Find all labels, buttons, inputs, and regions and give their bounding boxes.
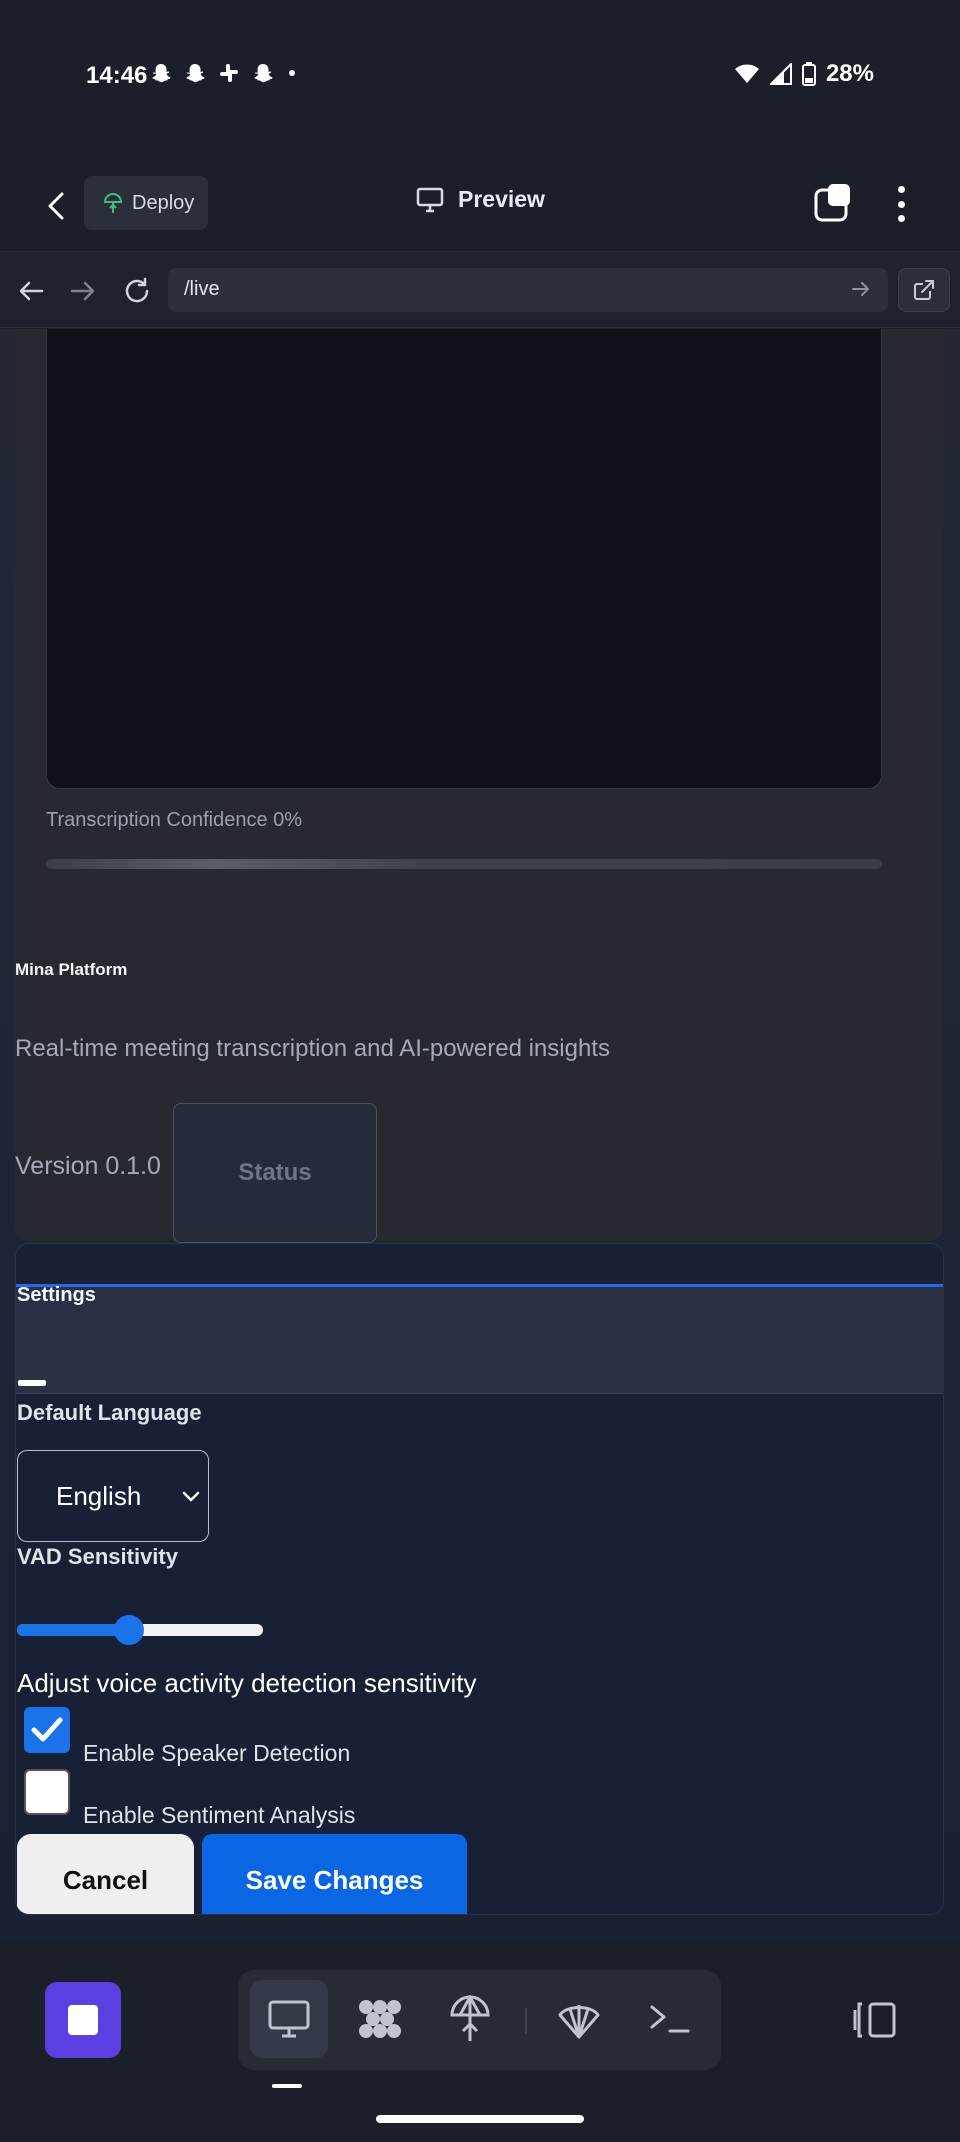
monitor-icon bbox=[268, 2000, 310, 2038]
sentiment-analysis-label[interactable]: Enable Sentiment Analysis bbox=[83, 1802, 355, 1829]
dock-preview-button[interactable] bbox=[250, 1980, 328, 2058]
reload-button[interactable] bbox=[120, 274, 154, 308]
vad-slider-fill bbox=[17, 1624, 129, 1636]
terminal-icon bbox=[650, 2005, 690, 2033]
vad-slider-thumb[interactable] bbox=[114, 1615, 144, 1645]
snapchat-icon bbox=[152, 64, 171, 83]
save-changes-button[interactable]: Save Changes bbox=[202, 1834, 467, 1914]
panel-icon bbox=[853, 2002, 896, 2038]
settings-tab-indicator[interactable] bbox=[18, 1380, 46, 1386]
settings-title: Settings bbox=[17, 1284, 96, 1306]
more-dot bbox=[897, 215, 905, 222]
signal-icon bbox=[769, 63, 792, 85]
snapchat-icon bbox=[254, 64, 273, 83]
panel-toggle-button[interactable] bbox=[852, 2000, 898, 2045]
version-text: Version 0.1.0 bbox=[15, 1152, 161, 1180]
transcription-display bbox=[46, 329, 882, 789]
monitor-icon bbox=[416, 187, 444, 212]
vad-help-text: Adjust voice activity detection sensitiv… bbox=[17, 1668, 477, 1698]
status-bar: 14:46 28% bbox=[0, 0, 960, 150]
deploy-icon bbox=[450, 1995, 490, 2041]
language-value: English bbox=[56, 1480, 142, 1511]
browser-back-button[interactable] bbox=[14, 274, 48, 308]
status-right: 28% bbox=[734, 60, 874, 88]
open-external-button[interactable] bbox=[898, 268, 950, 312]
chevron-left-icon bbox=[48, 192, 64, 220]
status-time: 14:46 bbox=[86, 62, 148, 89]
app-bar: Deploy Preview bbox=[0, 160, 960, 252]
chevron-down-icon bbox=[182, 1491, 200, 1502]
default-language-label: Default Language bbox=[17, 1400, 202, 1425]
language-select[interactable]: English bbox=[17, 1450, 209, 1542]
more-dot bbox=[897, 200, 905, 208]
active-tab-indicator bbox=[272, 2084, 302, 2088]
stop-icon bbox=[68, 2005, 98, 2035]
deploy-icon bbox=[103, 193, 123, 213]
dock-terminal-button[interactable] bbox=[631, 1980, 709, 2058]
speaker-detection-checkbox[interactable] bbox=[24, 1707, 70, 1753]
vad-sensitivity-label: VAD Sensitivity bbox=[17, 1544, 178, 1569]
home-indicator[interactable] bbox=[376, 2115, 584, 2123]
tabs-button[interactable] bbox=[814, 182, 858, 226]
cancel-button[interactable]: Cancel bbox=[17, 1834, 194, 1914]
settings-panel: Settings Default Language English VAD Se… bbox=[15, 1243, 944, 1915]
speaker-detection-label[interactable]: Enable Speaker Detection bbox=[83, 1740, 350, 1767]
live-transcription-card: Transcription Confidence 0% bbox=[15, 329, 943, 1241]
checkmark-icon bbox=[31, 1717, 63, 1742]
browser-forward-button[interactable] bbox=[66, 274, 100, 308]
arrow-right-icon bbox=[70, 281, 95, 301]
dock-tray bbox=[238, 1970, 721, 2070]
battery-percent: 28% bbox=[825, 60, 874, 87]
tabs-icon bbox=[814, 184, 850, 222]
settings-tab-strip bbox=[16, 1284, 943, 1394]
dock-deploy-button[interactable] bbox=[431, 1980, 509, 2058]
more-menu-button[interactable] bbox=[886, 180, 916, 228]
bottom-dock bbox=[0, 1942, 960, 2142]
dock-separator bbox=[525, 2008, 527, 2034]
deploy-label: Deploy bbox=[132, 191, 195, 214]
stop-button[interactable] bbox=[45, 1982, 121, 2058]
sentiment-analysis-checkbox[interactable] bbox=[24, 1769, 70, 1815]
external-link-icon bbox=[914, 280, 934, 300]
confidence-label: Transcription Confidence 0% bbox=[46, 809, 303, 831]
url-input[interactable]: /live bbox=[168, 268, 888, 312]
brand-name: Mina Platform bbox=[15, 960, 128, 979]
arrow-left-icon bbox=[19, 281, 44, 301]
back-button[interactable] bbox=[36, 184, 76, 228]
tagline: Real-time meeting transcription and AI-p… bbox=[15, 1035, 610, 1062]
battery-icon bbox=[801, 62, 816, 86]
web-content: Transcription Confidence 0% Mina Platfor… bbox=[0, 329, 960, 1942]
vad-slider[interactable] bbox=[17, 1615, 263, 1645]
notification-icons bbox=[150, 62, 298, 84]
preview-label: Preview bbox=[458, 186, 545, 212]
url-text: /live bbox=[184, 278, 220, 300]
confidence-bar bbox=[46, 859, 882, 869]
dock-shell-button[interactable] bbox=[540, 1980, 618, 2058]
slack-icon bbox=[220, 64, 238, 82]
dock-extensions-button[interactable] bbox=[341, 1980, 419, 2058]
status-button[interactable]: Status bbox=[173, 1103, 377, 1243]
browser-toolbar: /live bbox=[0, 252, 960, 328]
preview-title: Preview bbox=[416, 186, 545, 213]
wifi-icon bbox=[734, 64, 759, 83]
more-dot bbox=[897, 186, 905, 193]
shell-icon bbox=[558, 2005, 600, 2039]
reload-icon bbox=[125, 277, 149, 303]
extensions-icon bbox=[359, 2000, 401, 2038]
dot-icon bbox=[289, 70, 295, 76]
go-arrow-icon[interactable] bbox=[850, 278, 872, 300]
deploy-button[interactable]: Deploy bbox=[84, 176, 208, 230]
snapchat-icon bbox=[186, 64, 205, 83]
